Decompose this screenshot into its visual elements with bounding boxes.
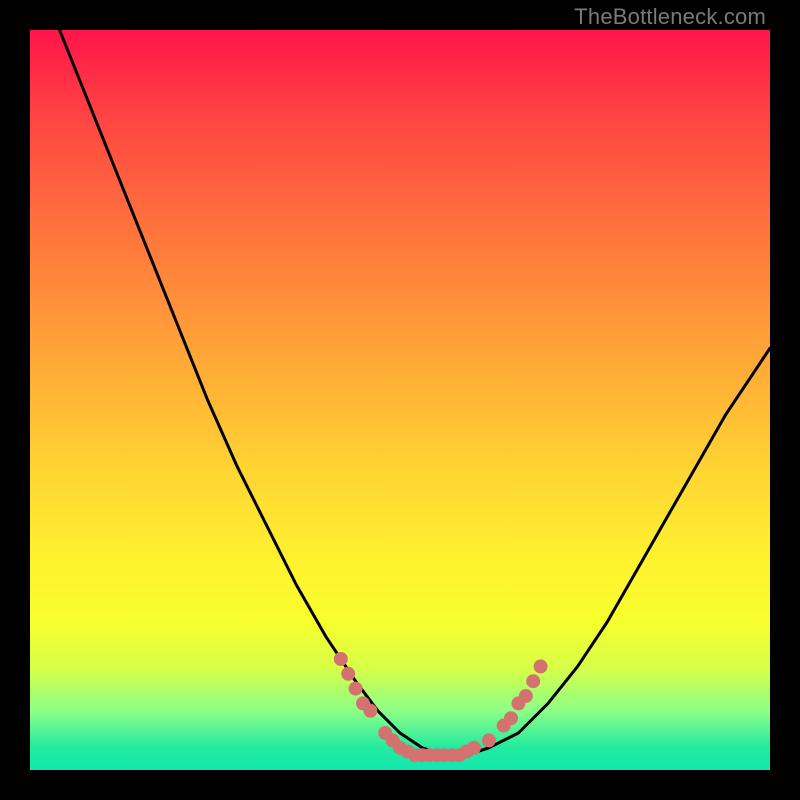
marker-dot: [534, 659, 548, 673]
watermark-text: TheBottleneck.com: [574, 4, 766, 30]
marker-dot: [349, 682, 363, 696]
marker-dot: [519, 689, 533, 703]
bottleneck-path: [60, 30, 770, 755]
bottleneck-curve: [60, 30, 770, 755]
marker-dot: [341, 667, 355, 681]
chart-frame: TheBottleneck.com: [0, 0, 800, 800]
marker-dot: [526, 674, 540, 688]
marker-dot: [334, 652, 348, 666]
curve-svg: [30, 30, 770, 770]
marker-dot: [363, 704, 377, 718]
plot-area: [30, 30, 770, 770]
marker-dot: [504, 711, 518, 725]
marker-dot: [482, 733, 496, 747]
marker-dot: [467, 741, 481, 755]
curve-markers: [334, 652, 548, 762]
